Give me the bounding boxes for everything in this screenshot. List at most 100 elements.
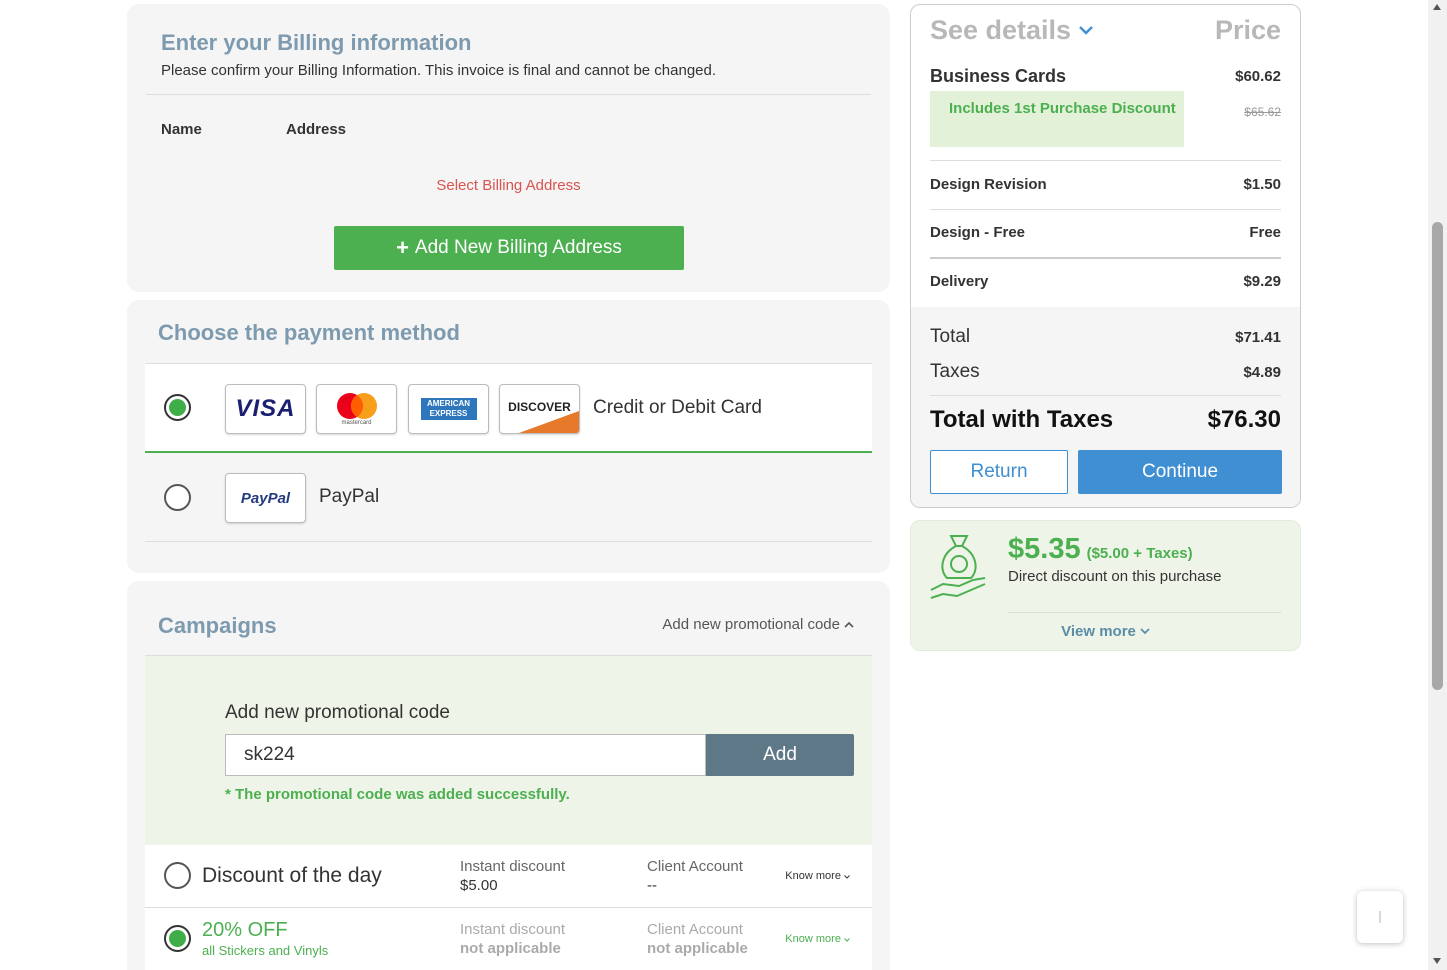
campaign-row[interactable]: 20% OFF all Stickers and Vinyls Instant … [145, 908, 872, 970]
line-item: Business Cards $60.62 [930, 66, 1281, 87]
taxes-row: Taxes $4.89 [930, 361, 1281, 383]
payment-option-card[interactable]: VISA mastercard AMERICAN EXPRESS DISCOVE… [145, 363, 872, 453]
line-item: Design Revision $1.50 [930, 176, 1281, 193]
discount-description: Direct discount on this purchase [1008, 568, 1222, 585]
total-row: Total $71.41 [930, 326, 1281, 348]
grand-total-value: $76.30 [1207, 406, 1281, 433]
line-item-label: Business Cards [930, 66, 1067, 86]
order-summary: See details Price Business Cards $60.62 … [910, 4, 1301, 508]
discount-amount: $5.35 ($5.00 + Taxes) [1008, 533, 1193, 566]
first-purchase-discount-badge: Includes 1st Purchase Discount [930, 91, 1184, 147]
instant-discount-value: not applicable [460, 940, 561, 957]
divider [930, 160, 1281, 161]
campaigns-panel: Campaigns Add new promotional code Add n… [127, 581, 890, 970]
line-item-label: Delivery [930, 273, 989, 290]
card-radio[interactable] [164, 394, 191, 421]
discount-amount-value: $5.35 [1008, 533, 1081, 565]
mastercard-logo: mastercard [316, 384, 397, 434]
instant-discount-cell: Instant discount not applicable [460, 920, 565, 958]
campaigns-title: Campaigns [158, 613, 277, 638]
paypal-radio[interactable] [164, 484, 191, 511]
taxes-label: Taxes [930, 361, 980, 382]
campaign-radio[interactable] [164, 925, 191, 952]
add-promo-toggle[interactable]: Add new promotional code [662, 616, 854, 633]
see-details-toggle[interactable]: See details [930, 15, 1093, 46]
chevron-down-icon [1140, 628, 1150, 635]
divider [1008, 612, 1281, 613]
divider [146, 94, 871, 95]
column-header-name: Name [161, 121, 202, 138]
vertical-scrollbar[interactable] [1428, 0, 1447, 970]
line-item: Delivery $9.29 [930, 273, 1281, 290]
client-account-value: -- [647, 877, 657, 894]
card-option-label: Credit or Debit Card [593, 396, 762, 418]
campaign-title: Discount of the day [202, 864, 382, 887]
select-billing-address-prompt: Select Billing Address [436, 177, 581, 194]
total-label: Total [930, 326, 971, 347]
chevron-down-icon [844, 938, 850, 942]
discount-amount-breakdown: ($5.00 + Taxes) [1086, 545, 1193, 562]
payment-option-paypal[interactable]: PayPal PayPal [145, 453, 872, 542]
know-more-link[interactable]: Know more [785, 933, 850, 945]
view-more-link[interactable]: View more [911, 623, 1300, 640]
line-item-label: Design - Free [930, 224, 1026, 241]
line-item-label: Design Revision [930, 176, 1047, 193]
return-button[interactable]: Return [930, 450, 1068, 494]
promo-code-label: Add new promotional code [225, 702, 450, 723]
column-header-address: Address [286, 121, 347, 138]
summary-header: See details Price [930, 15, 1281, 46]
floating-scroll-top-button[interactable] [1357, 891, 1403, 943]
divider [930, 257, 1281, 259]
campaign-row[interactable]: Discount of the day Instant discount $5.… [145, 845, 872, 908]
visa-logo: VISA [225, 384, 306, 434]
chevron-down-icon [844, 875, 850, 879]
chevron-down-icon [1079, 26, 1093, 35]
billing-title: Enter your Billing information [161, 30, 472, 55]
instant-discount-key: Instant discount [460, 921, 566, 938]
price-header: Price [1214, 15, 1281, 45]
scroll-up-arrow-icon[interactable] [1433, 4, 1441, 10]
old-price: $65.62 [1244, 105, 1281, 119]
client-account-value: not applicable [647, 940, 748, 957]
line-item-value: $60.62 [1235, 68, 1281, 85]
see-details-label: See details [930, 15, 1072, 45]
billing-panel: Enter your Billing information Please co… [127, 4, 890, 292]
divider [930, 395, 1281, 396]
instant-discount-key: Instant discount [460, 858, 566, 875]
add-billing-address-button[interactable]: + Add New Billing Address [334, 226, 684, 270]
payment-title: Choose the payment method [158, 320, 460, 345]
instant-discount-cell: Instant discount $5.00 [460, 857, 565, 895]
line-item-value: $1.50 [1243, 176, 1281, 193]
direct-discount-card: $5.35 ($5.00 + Taxes) Direct discount on… [910, 520, 1301, 651]
promo-code-input[interactable]: sk224 [225, 734, 706, 776]
know-more-label: Know more [785, 933, 841, 945]
divider [930, 209, 1281, 210]
promo-code-box: Add new promotional code sk224 Add * The… [145, 655, 872, 845]
view-more-label: View more [1061, 623, 1136, 640]
arrow-up-icon [1379, 911, 1381, 923]
client-account-key: Client Account [647, 921, 743, 938]
paypal-option-label: PayPal [319, 486, 380, 507]
grand-total-row: Total with Taxes $76.30 [930, 406, 1281, 434]
scroll-down-arrow-icon[interactable] [1433, 958, 1441, 964]
know-more-link[interactable]: Know more [785, 870, 850, 882]
campaign-title: 20% OFF [202, 919, 288, 941]
amex-logo: AMERICAN EXPRESS [408, 384, 489, 434]
paypal-logo: PayPal [225, 473, 306, 523]
add-promo-toggle-label: Add new promotional code [662, 616, 840, 633]
plus-icon: + [396, 235, 409, 260]
know-more-label: Know more [785, 870, 841, 882]
add-billing-address-label: Add New Billing Address [414, 237, 622, 258]
client-account-cell: Client Account -- [647, 857, 743, 895]
continue-button[interactable]: Continue [1078, 450, 1282, 494]
checkout-page: Enter your Billing information Please co… [0, 0, 1447, 970]
scroll-thumb[interactable] [1432, 222, 1443, 690]
money-bag-hand-icon [930, 535, 986, 599]
payment-method-panel: Choose the payment method VISA mastercar… [127, 300, 890, 573]
promo-add-button[interactable]: Add [706, 734, 854, 776]
total-value: $71.41 [1235, 328, 1281, 346]
instant-discount-value: $5.00 [460, 877, 498, 894]
campaign-radio[interactable] [164, 862, 191, 889]
grand-total-label: Total with Taxes [930, 406, 1114, 433]
billing-subtitle: Please confirm your Billing Information.… [161, 62, 717, 79]
